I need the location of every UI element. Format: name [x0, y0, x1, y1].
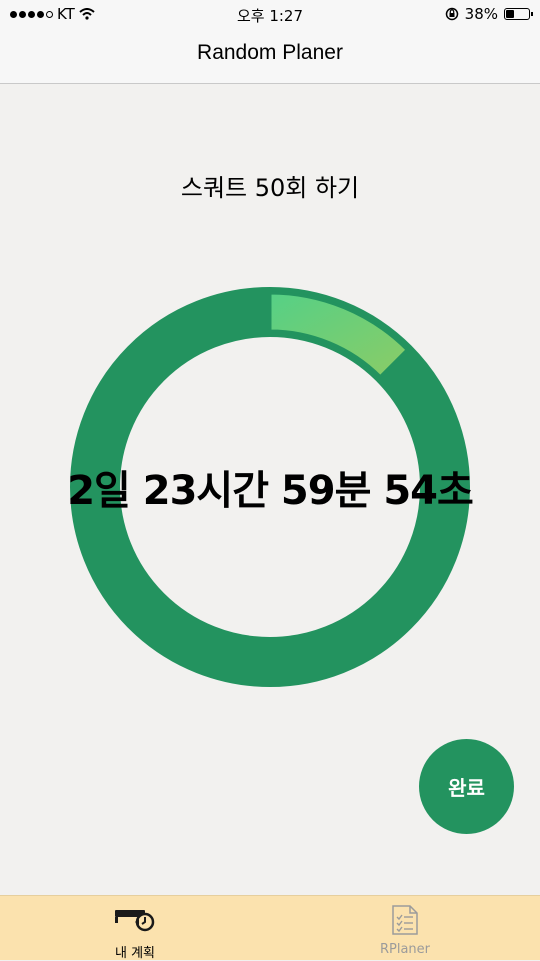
complete-button[interactable]: 완료 [419, 739, 514, 834]
tab-my-plans-label: 내 계획 [114, 946, 155, 961]
battery-percent: 38% [464, 5, 498, 23]
tab-rplaner-label: RPlaner [379, 942, 431, 957]
tab-bar: 내 계획 RPlaner [0, 895, 540, 961]
tab-rplaner[interactable]: RPlaner [270, 896, 540, 961]
bed-clock-icon [115, 910, 155, 932]
plan-title: 스쿼트 50회 하기 [180, 174, 360, 202]
rotation-lock-icon [445, 7, 458, 21]
document-list-icon [392, 905, 418, 935]
tab-my-plans[interactable]: 내 계획 [0, 896, 270, 961]
status-bar: KT 오후 1:27 38% [0, 0, 540, 28]
battery-info: 38% [445, 5, 533, 23]
battery-level-fill [506, 10, 514, 18]
navigation-bar: Random Planer [0, 28, 540, 84]
countdown-timer: 2일 23시간 59분 54초 [67, 468, 474, 514]
battery-icon [504, 8, 533, 20]
page-title: Random Planer [197, 41, 343, 64]
